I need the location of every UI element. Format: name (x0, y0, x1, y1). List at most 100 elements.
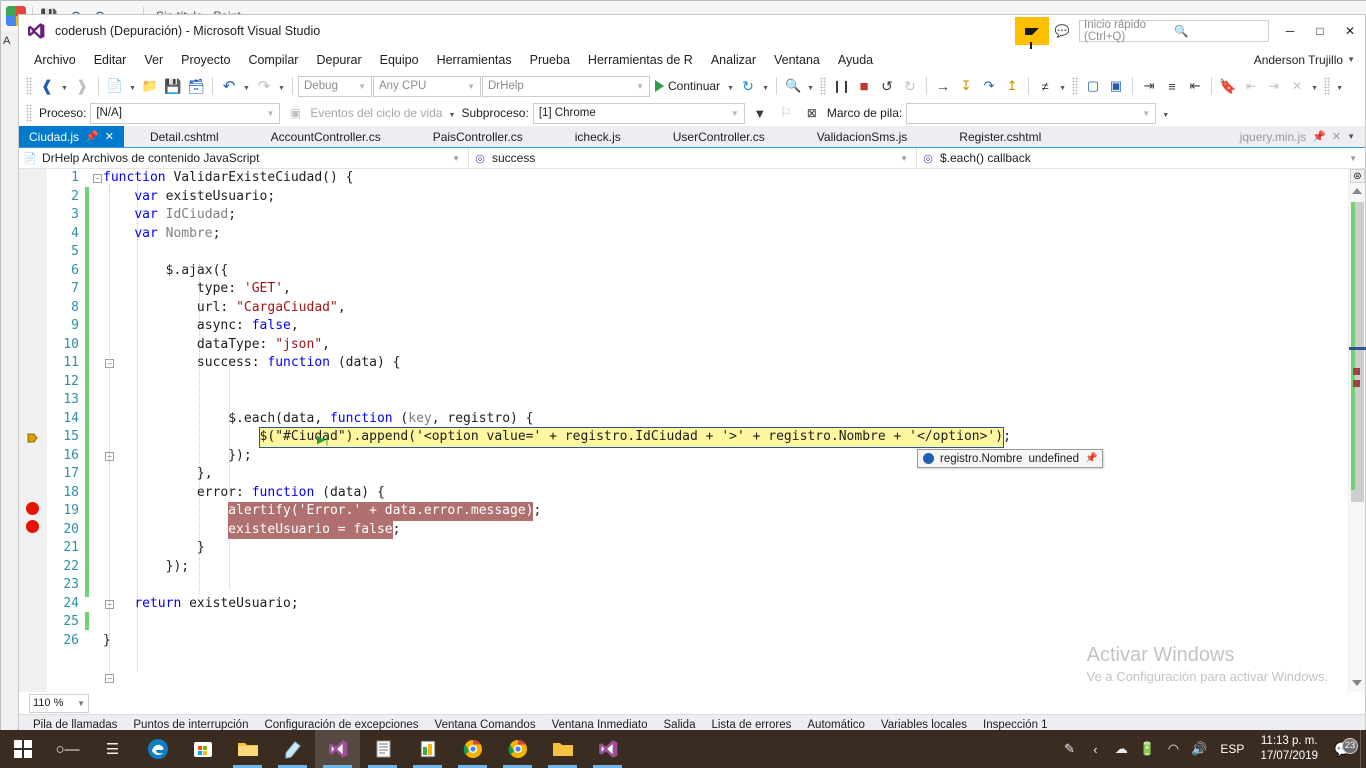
code-line-11[interactable]: success: function (data) { (103, 354, 1348, 373)
language-indicator[interactable]: ESP (1212, 742, 1252, 756)
tool-tab-salida[interactable]: Salida (656, 719, 704, 731)
action-center-icon[interactable]: 💬 23 (1326, 737, 1360, 758)
code-line-14[interactable]: $.each(data, function (key, registro) { (103, 410, 1348, 429)
menu-prueba[interactable]: Prueba (521, 51, 579, 69)
menu-herramientas-de-r[interactable]: Herramientas de R (579, 51, 702, 69)
taskbar-app-chrome-icon[interactable] (495, 730, 540, 768)
toolbar-grip[interactable] (1324, 77, 1331, 95)
collapse-icon[interactable]: − (105, 674, 114, 683)
chevron-down-icon[interactable]: ▼ (725, 75, 736, 97)
tab-usercontroller-cs[interactable]: UserController.cs (647, 126, 791, 147)
code-line-20[interactable]: existeUsuario = false; (103, 520, 1348, 539)
hot-reload-icon[interactable]: ↻ (899, 75, 921, 97)
menu-herramientas[interactable]: Herramientas (428, 51, 521, 69)
code-text-area[interactable]: − − − − − function ValidarExisteCiudad()… (89, 169, 1348, 692)
step-over-icon[interactable]: ↷ (978, 75, 1000, 97)
stack-frame-combo[interactable]: ▼ (906, 102, 1157, 124)
code-line-8[interactable]: url: "CargaCiudad", (103, 299, 1348, 318)
outline-icon[interactable]: ⇤ (1184, 75, 1206, 97)
quick-launch-input[interactable]: Inicio rápido (Ctrl+Q) 🔍 (1079, 19, 1269, 43)
code-line-16[interactable]: }); (103, 447, 1348, 466)
unflag-threads-icon[interactable]: ⊠ (801, 102, 823, 124)
code-line-17[interactable]: }, (103, 465, 1348, 484)
menu-ver[interactable]: Ver (135, 51, 172, 69)
chevron-down-icon[interactable]: ▼ (446, 102, 457, 124)
pin-icon[interactable]: 📌 (85, 130, 99, 143)
code-line-10[interactable]: dataType: "json", (103, 336, 1348, 355)
navigate-forward-icon[interactable]: ❱ (71, 75, 93, 97)
taskbar-app-word-document-icon[interactable] (360, 730, 405, 768)
toolbar-grip[interactable] (820, 77, 827, 95)
task-view-icon[interactable]: ☰ (90, 730, 135, 768)
code-line-15[interactable]: $("#Ciudad").append('<option value=' + r… (103, 427, 1348, 448)
taskbar-app-chrome-icon[interactable] (450, 730, 495, 768)
taskbar-app-visual-studio-icon[interactable] (315, 730, 360, 768)
search-icon[interactable]: ○— (45, 730, 90, 768)
menu-editar[interactable]: Editar (85, 51, 136, 69)
maximize-button[interactable]: □ (1305, 17, 1335, 45)
previous-bookmark-icon[interactable]: ⇤ (1240, 75, 1262, 97)
tool-tab-automatico[interactable]: Automático (799, 719, 873, 731)
code-line-5[interactable] (103, 243, 1348, 262)
comment-selection-icon[interactable]: ▢ (1082, 75, 1104, 97)
thread-combo[interactable]: [1] Chrome ▼ (532, 102, 745, 124)
chevron-down-icon[interactable]: ▼ (241, 75, 252, 97)
tool-tab-variables-locales[interactable]: Variables locales (873, 719, 975, 731)
lifecycle-events-icon[interactable]: ▣ (284, 102, 306, 124)
tab-icheck-js[interactable]: icheck.js (549, 126, 647, 147)
clock[interactable]: 11:13 p. m. 17/07/2019 (1252, 734, 1326, 764)
pause-icon[interactable]: ❙❙ (830, 75, 852, 97)
taskbar-app-file-explorer-icon[interactable] (225, 730, 270, 768)
code-line-4[interactable]: var Nombre; (103, 225, 1348, 244)
menu-ayuda[interactable]: Ayuda (829, 51, 882, 69)
tab-paiscontroller-cs[interactable]: PaisController.cs (407, 126, 549, 147)
onedrive-icon[interactable]: ☁ (1108, 741, 1134, 757)
code-line-23[interactable] (103, 576, 1348, 595)
increase-indent-icon[interactable]: ⇥ (1138, 75, 1160, 97)
save-all-icon[interactable]: 🗃 (185, 75, 207, 97)
chevron-down-icon[interactable]: ▼ (1309, 75, 1320, 97)
startup-project-combo[interactable]: DrHelp ▼ (482, 75, 650, 97)
taskbar-app-microsoft-store-icon[interactable] (180, 730, 225, 768)
chevron-down-icon[interactable]: ▼ (59, 75, 70, 97)
code-line-22[interactable]: }); (103, 558, 1348, 577)
taskbar-app-visual-studio-icon[interactable] (585, 730, 630, 768)
debugger-datatip[interactable]: registro.Nombre undefined 📌 (917, 449, 1104, 468)
code-line-12[interactable] (103, 373, 1348, 392)
code-line-7[interactable]: type: 'GET', (103, 280, 1348, 299)
close-icon[interactable]: ✕ (105, 130, 114, 143)
bookmark-icon[interactable]: 🔖 (1217, 75, 1239, 97)
configuration-combo[interactable]: Debug ▼ (298, 75, 372, 97)
tab-accountcontroller-cs[interactable]: AccountController.cs (245, 126, 407, 147)
close-button[interactable]: ✕ (1335, 17, 1365, 45)
line-numbers-icon[interactable]: ≠ (1034, 75, 1056, 97)
show-desktop-button[interactable] (1360, 730, 1366, 768)
menu-archivo[interactable]: Archivo (25, 51, 85, 69)
navigate-back-icon[interactable]: ❰ (36, 75, 58, 97)
flag-thread-icon[interactable]: ⚐ (775, 102, 797, 124)
undo-icon[interactable]: ↶ (218, 75, 240, 97)
toolbar-overflow-icon[interactable]: ▼ (1334, 75, 1345, 97)
code-line-19[interactable]: alertify('Error.' + data.error.message); (103, 502, 1348, 521)
tab-detail-cshtml[interactable]: Detail.cshtml (124, 126, 245, 147)
code-line-18[interactable]: error: function (data) { (103, 484, 1348, 503)
chevron-down-icon[interactable]: ▼ (1347, 132, 1355, 141)
tool-tab-inspeccion-1[interactable]: Inspección 1 (975, 719, 1056, 731)
navbar-member-dropdown[interactable]: ◎ success ▼ (469, 148, 917, 168)
continue-button[interactable]: Continuar (651, 79, 724, 93)
tool-tab-configuracion-de-excepciones[interactable]: Configuración de excepciones (256, 719, 426, 731)
taskbar-app-excel-icon[interactable] (405, 730, 450, 768)
user-account[interactable]: Anderson Trujillo ▼ (1254, 53, 1355, 67)
clear-bookmarks-icon[interactable]: ✕ (1286, 75, 1308, 97)
battery-charging-icon[interactable]: 🔋 (1134, 741, 1160, 757)
chevron-down-icon[interactable]: ▼ (276, 75, 287, 97)
menu-analizar[interactable]: Analizar (702, 51, 765, 69)
editor-vertical-scrollbar[interactable]: ⊜ (1348, 169, 1366, 692)
decrease-indent-icon[interactable]: ≡ (1161, 75, 1183, 97)
chevron-down-icon[interactable]: ▼ (1057, 75, 1068, 97)
code-line-1[interactable]: function ValidarExisteCiudad() { (103, 169, 1348, 188)
code-line-3[interactable]: var IdCiudad; (103, 206, 1348, 225)
process-combo[interactable]: [N/A] ▼ (90, 102, 281, 124)
send-feedback-icon[interactable]: 💬 (1051, 20, 1073, 42)
close-icon[interactable]: ✕ (1332, 130, 1341, 143)
